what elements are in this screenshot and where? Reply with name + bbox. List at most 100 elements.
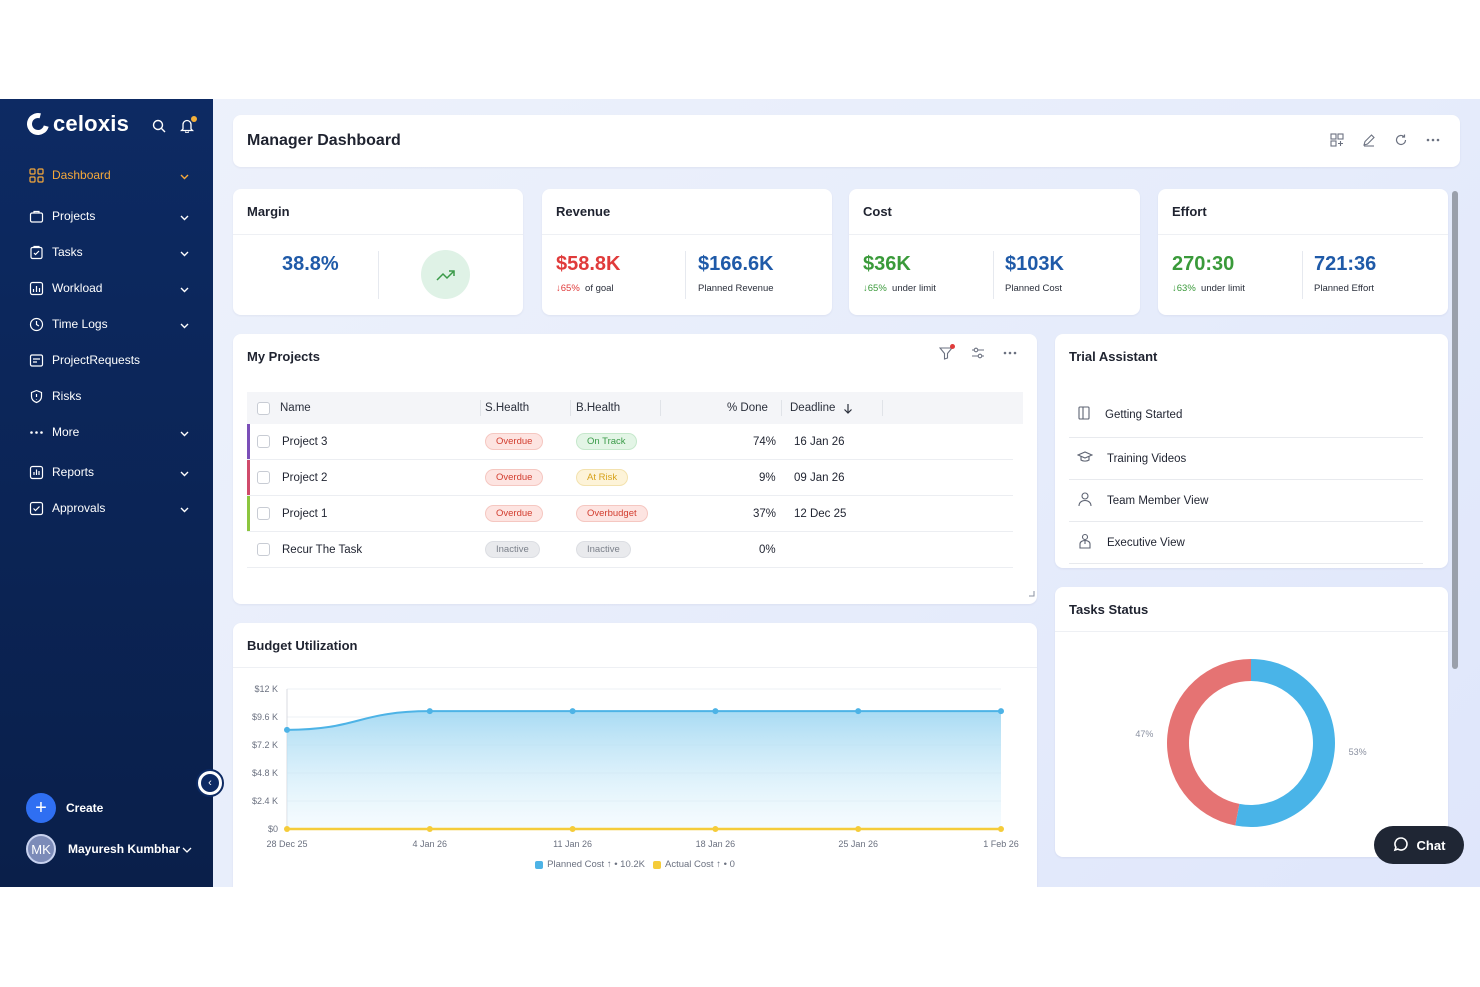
cost-title: Cost	[863, 204, 892, 219]
column-shealth[interactable]: S.Health	[485, 402, 529, 414]
row-checkbox[interactable]	[257, 471, 270, 484]
y-tick-label: $4.8 K	[252, 768, 278, 778]
project-name[interactable]: Project 3	[282, 436, 327, 448]
legend-actual-cost[interactable]: Actual Cost ↑ • 0	[653, 859, 735, 870]
donut-slice[interactable]	[1166, 659, 1251, 826]
create-label: Create	[66, 801, 104, 815]
budget-health-badge: Inactive	[576, 541, 631, 558]
sidebar-item-label: Projects	[52, 209, 96, 223]
actual-cost-point[interactable]	[998, 826, 1004, 832]
x-tick-label: 4 Jan 26	[413, 839, 448, 849]
chevron-down-icon[interactable]	[180, 210, 189, 224]
planned-cost-point[interactable]	[569, 708, 576, 715]
settings-sliders-icon[interactable]	[971, 346, 985, 365]
actual-cost-point[interactable]	[426, 826, 433, 832]
widgets-icon[interactable]	[1330, 133, 1344, 152]
effort-card: Effort 270:30 ↓63% under limit 721:36 Pl…	[1158, 189, 1448, 315]
planned-cost-point[interactable]	[855, 708, 862, 715]
sidebar-item-dashboard[interactable]: Dashboard	[0, 157, 213, 193]
celoxis-logo[interactable]: celoxis	[22, 108, 130, 140]
table-row[interactable]: Project 1 Overdue Overbudget 37% 12 Dec …	[247, 496, 1013, 532]
column-deadline[interactable]: Deadline	[790, 402, 853, 414]
x-tick-label: 1 Feb 26	[983, 839, 1019, 849]
sidebar-item-projects[interactable]: Projects	[0, 198, 213, 234]
chevron-down-icon[interactable]	[180, 426, 189, 440]
resize-handle-icon[interactable]	[1029, 584, 1035, 602]
more-options-icon[interactable]	[1003, 346, 1017, 365]
sidebar-item-more[interactable]: More	[0, 414, 213, 450]
plus-icon: +	[26, 793, 56, 823]
margin-title: Margin	[247, 204, 290, 219]
planned-cost-point[interactable]	[284, 726, 290, 733]
column-done[interactable]: % Done	[727, 402, 768, 414]
trial-item-team-member-view[interactable]: Team Member View	[1069, 480, 1423, 522]
sidebar-item-time-logs[interactable]: Time Logs	[0, 306, 213, 342]
project-name[interactable]: Project 2	[282, 472, 327, 484]
trial-item-executive-view[interactable]: Executive View	[1069, 522, 1423, 564]
planned-cost-point[interactable]	[426, 708, 433, 715]
actual-cost-point[interactable]	[712, 826, 719, 832]
table-header: Name S.Health B.Health % Done Deadline	[247, 392, 1023, 424]
executive-icon	[1077, 533, 1093, 552]
sidebar-item-risks[interactable]: Risks	[0, 378, 213, 414]
schedule-health-badge: Overdue	[485, 433, 544, 450]
create-button[interactable]: + Create	[26, 793, 103, 823]
planned-cost-point[interactable]	[712, 708, 719, 715]
bell-icon[interactable]	[180, 116, 197, 133]
legend-planned-cost[interactable]: Planned Cost ↑ • 10.2K	[535, 859, 645, 870]
avatar: MK	[26, 834, 56, 864]
donut-slice[interactable]	[1235, 659, 1335, 827]
trial-item-training-videos[interactable]: Training Videos	[1069, 438, 1423, 480]
chevron-down-icon[interactable]	[180, 282, 189, 296]
dashboard-header: Manager Dashboard	[233, 115, 1460, 167]
margin-value: 38.8%	[282, 253, 339, 275]
chat-button[interactable]: Chat	[1374, 826, 1464, 864]
user-menu[interactable]: MK Mayuresh Kumbhar	[26, 834, 192, 864]
more-options-icon[interactable]	[1426, 133, 1440, 152]
project-name[interactable]: Project 1	[282, 508, 327, 520]
trial-item-label: Team Member View	[1107, 494, 1209, 507]
project-name[interactable]: Recur The Task	[282, 544, 362, 556]
collapse-sidebar-button[interactable]: ‹	[196, 769, 224, 797]
search-icon[interactable]	[152, 119, 166, 133]
book-icon	[1077, 405, 1091, 424]
logo-text: celoxis	[53, 111, 130, 136]
trial-title: Trial Assistant	[1069, 349, 1158, 364]
trial-item-getting-started[interactable]: Getting Started	[1069, 392, 1423, 438]
sidebar-item-label: Workload	[52, 281, 103, 295]
planned-cost-point[interactable]	[998, 708, 1004, 715]
column-deadline-label: Deadline	[790, 402, 836, 414]
sidebar-item-reports[interactable]: Reports	[0, 454, 213, 490]
table-row[interactable]: Project 2 Overdue At Risk 9% 09 Jan 26	[247, 460, 1013, 496]
chevron-down-icon[interactable]	[180, 169, 189, 183]
sidebar-item-approvals[interactable]: Approvals	[0, 490, 213, 526]
user-name: Mayuresh Kumbhar	[68, 842, 181, 856]
revenue-delta-note: of goal	[585, 283, 614, 294]
chevron-down-icon[interactable]	[180, 502, 189, 516]
chevron-down-icon[interactable]	[180, 246, 189, 260]
sidebar-item-workload[interactable]: Workload	[0, 270, 213, 306]
select-all-checkbox[interactable]	[257, 401, 270, 415]
actual-cost-point[interactable]	[284, 826, 290, 832]
table-row[interactable]: Recur The Task Inactive Inactive 0%	[247, 532, 1013, 568]
effort-actual: 270:30	[1172, 253, 1235, 275]
sidebar-item-project-requests[interactable]: ProjectRequests	[0, 342, 213, 378]
edit-icon[interactable]	[1362, 133, 1376, 152]
row-checkbox[interactable]	[257, 435, 270, 448]
y-tick-label: $12 K	[254, 684, 278, 694]
row-checkbox[interactable]	[257, 507, 270, 520]
row-checkbox[interactable]	[257, 543, 270, 556]
cost-actual: $36K	[863, 253, 911, 275]
actual-cost-point[interactable]	[569, 826, 576, 832]
chevron-down-icon[interactable]	[180, 466, 189, 480]
column-name[interactable]: Name	[280, 402, 311, 414]
vertical-scrollbar[interactable]	[1452, 191, 1458, 669]
actual-cost-point[interactable]	[855, 826, 862, 832]
table-row[interactable]: Project 3 Overdue On Track 74% 16 Jan 26	[247, 424, 1013, 460]
refresh-icon[interactable]	[1394, 133, 1408, 152]
chevron-down-icon[interactable]	[180, 318, 189, 332]
column-bhealth[interactable]: B.Health	[576, 402, 620, 414]
sidebar-item-tasks[interactable]: Tasks	[0, 234, 213, 270]
filter-icon[interactable]	[938, 344, 955, 365]
sidebar-item-label: Time Logs	[52, 317, 108, 331]
